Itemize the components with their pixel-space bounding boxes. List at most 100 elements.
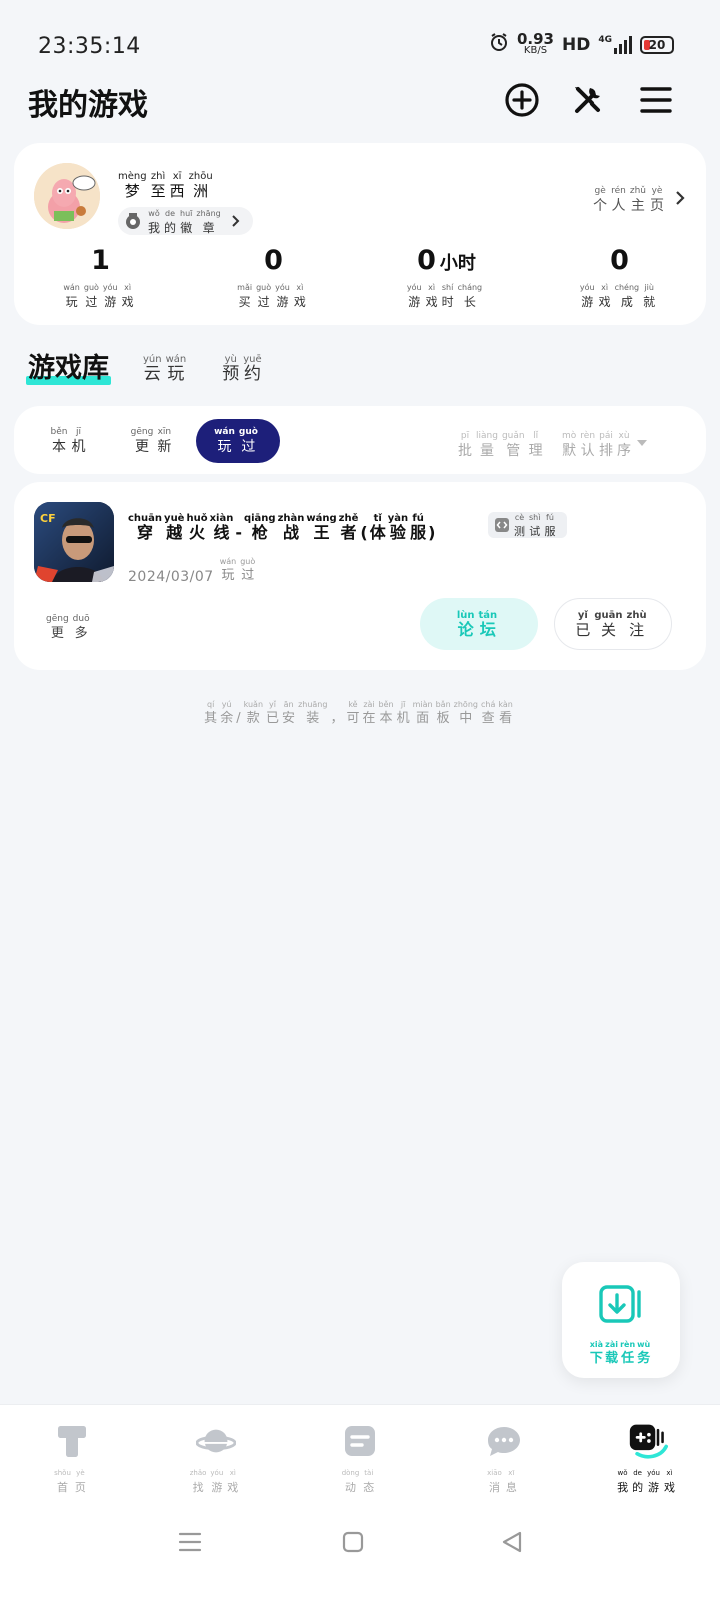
stat-value: 0 小时 [417,245,476,276]
ruby-char: zhǎo 找 [189,1469,207,1494]
sort-dropdown[interactable]: mò 默 rèn 认 pái 排 xù 序 [562,426,648,460]
square-icon [342,1531,364,1553]
profile-card: mèng 梦 zhì 至 xī 西 zhōu 洲 wǒ 我 de 的 huī 徽 zhāng 章 gè 个 ré… [14,143,706,325]
ruby-char: shǒu 首 [54,1469,71,1494]
ruby-char: pī 批 [458,431,472,459]
ruby-char: yè 页 [650,186,664,214]
ruby-char: / [236,711,241,726]
ruby-char: qiāng 枪 [243,513,276,542]
ruby-char: kàn 看 [498,700,513,726]
personal-homepage-link[interactable]: gè 个 rén 人 zhǔ 主 yè 页 [593,181,686,215]
ruby-char: wán 玩 [219,557,237,583]
bottom-tab-bar: shǒu 首 yè 页 zhǎo 找 yóu 游 xì 戏 dòng 动 tài 态 xiāo 消 xī 息… [0,1404,720,1504]
tools-button[interactable] [566,78,610,122]
my-badges-link[interactable]: wǒ 我 de 的 huī 徽 zhāng 章 [118,207,253,235]
status-bar: 23:35:14 0.93 KB/S HD 4G 20 [0,0,720,90]
stats-row: 1 wán 玩 guò 过 yóu 游 xì 戏 0 mǎi 买 guò 过 yóu 游 xì 戏 0 小时 yóu 游 x… [14,245,706,311]
recent-apps-button[interactable] [170,1522,210,1562]
ruby-char: tài 态 [363,1469,375,1494]
stat-value: 1 [91,245,110,276]
ruby-char: yuè 越 [164,513,185,542]
stat-label: yóu 游 xì 戏 chéng 成 jiù 就 [580,279,659,311]
chevron-right-icon [676,191,685,205]
stat-value: 0 [264,245,283,276]
ruby-char: jiù 就 [643,283,656,309]
ruby-char: chá 查 [480,700,496,726]
stat-item[interactable]: 0 mǎi 买 guò 过 yóu 游 xì 戏 [187,245,360,311]
tab-game-library[interactable]: 游戏库 [26,346,111,385]
batch-manage-button[interactable]: pī 批 liàng 量 guǎn 管 lǐ 理 [458,426,547,460]
game-title[interactable]: chuān 穿 yuè 越 huǒ 火 xiàn 线 - qiāng 枪 zhàn 战 wáng 王 zhě… [128,506,437,542]
ruby-char: xì 戏 [121,283,134,309]
ruby-char: cè 测 [514,512,525,538]
ruby-char: guò 过 [238,426,258,455]
stat-item[interactable]: 0 小时 yóu 游 xì 戏 shí 时 cháng 长 [360,245,533,311]
avatar[interactable] [34,163,100,229]
game-card[interactable]: CF chuān 穿 yuè 越 huǒ 火 xiàn 线 - qiāng 枪 zhàn 战 wáng 王… [14,482,706,670]
ruby-char: xù 序 [617,431,632,459]
clock: 23:35:14 [38,34,141,59]
filter-played[interactable]: wán 玩 guò 过 [196,419,280,463]
tab-my-games[interactable]: wǒ 我 de 的 yóu 游 xì 戏 [576,1405,720,1504]
app-header: 我的游戏 [0,78,720,128]
ruby-char: zhāng 章 [196,209,221,235]
tab-reservations[interactable]: yù 预 yuē 约 [222,347,265,385]
stat-label: yóu 游 xì 戏 shí 时 cháng 长 [407,279,486,311]
ruby-char: huǒ 火 [186,513,208,542]
ruby-char: liàng 量 [476,431,498,459]
ruby-char: bǎn 板 [435,700,451,726]
planet-icon [196,1429,236,1453]
ruby-char: guò 过 [83,283,99,309]
tab-feed[interactable]: dòng 动 tài 态 [288,1405,432,1504]
ruby-char: xì 戏 [425,283,438,309]
stat-item[interactable]: 0 yóu 游 xì 戏 chéng 成 jiù 就 [533,245,706,311]
add-circle-icon [505,83,539,117]
ruby-char: wǒ 我 [617,1469,629,1494]
back-nav-button[interactable] [492,1522,532,1562]
tab-home[interactable]: shǒu 首 yè 页 [0,1405,144,1504]
game-icon[interactable]: CF [34,502,114,582]
ruby-char: yóu 游 [647,1469,660,1494]
ruby-char: zhōng 中 [453,700,478,726]
download-icon [599,1285,641,1323]
ruby-char: duō 多 [72,614,90,641]
ruby-char: yóu 游 [406,283,422,309]
ruby-char: yàn 验 [387,513,409,542]
add-button[interactable] [500,78,544,122]
played-date: 2024/03/07 wán 玩 guò 过 [128,557,256,585]
back-triangle-icon [502,1531,522,1553]
ruby-char: yóu 游 [210,1469,224,1494]
download-tasks-button[interactable]: xià 下 zài 载 rèn 任 wù 务 [562,1262,680,1378]
tab-cloud-play[interactable]: yún 云 wán 玩 [143,347,190,385]
ruby-char: xī 西 [169,171,185,200]
stat-item[interactable]: 1 wán 玩 guò 过 yóu 游 xì 戏 [14,245,187,311]
filter-updates[interactable]: gēng 更 xīn 新 [114,419,192,463]
filter-local[interactable]: běn 本 jī 机 [32,419,108,463]
library-tabs: 游戏库 yún 云 wán 玩 yù 预 yuē 约 [26,346,266,385]
ruby-char: rèn 任 [620,1340,636,1366]
tab-messages[interactable]: xiāo 消 xī 息 [432,1405,576,1504]
home-nav-button[interactable] [333,1522,373,1562]
ruby-char: mǎi 买 [237,283,253,309]
ruby-char: xì 戏 [293,283,306,309]
net-speed: 0.93 KB/S [516,29,554,56]
username: mèng 梦 zhì 至 xī 西 zhōu 洲 [118,165,217,200]
ruby-char: běn 本 [50,426,68,455]
ruby-char: tǐ 体 [369,513,386,542]
forum-button[interactable]: lùn 论 tán 坛 [420,598,538,650]
ruby-char: de 的 [632,1469,644,1494]
stat-value: 0 [610,245,629,276]
tab-find-games[interactable]: zhǎo 找 yóu 游 xì 戏 [144,1405,288,1504]
menu-button[interactable] [634,78,678,122]
ruby-char: zhōu 洲 [188,171,213,200]
ruby-char: mèng 梦 [118,171,147,200]
menu-lines-icon [178,1532,202,1552]
ruby-char: jī 机 [396,700,410,726]
ruby-char: xiàn 线 [209,513,234,542]
ruby-char: zài 载 [605,1340,619,1366]
followed-button[interactable]: yǐ 已 guān 关 zhù 注 [554,598,672,650]
test-server-tag: cè 测 shì 试 fú 服 [488,512,568,538]
ruby-char: xiāo 消 [487,1469,502,1494]
message-icon [488,1427,520,1456]
more-button[interactable]: gēng 更 duō 多 [46,610,94,643]
